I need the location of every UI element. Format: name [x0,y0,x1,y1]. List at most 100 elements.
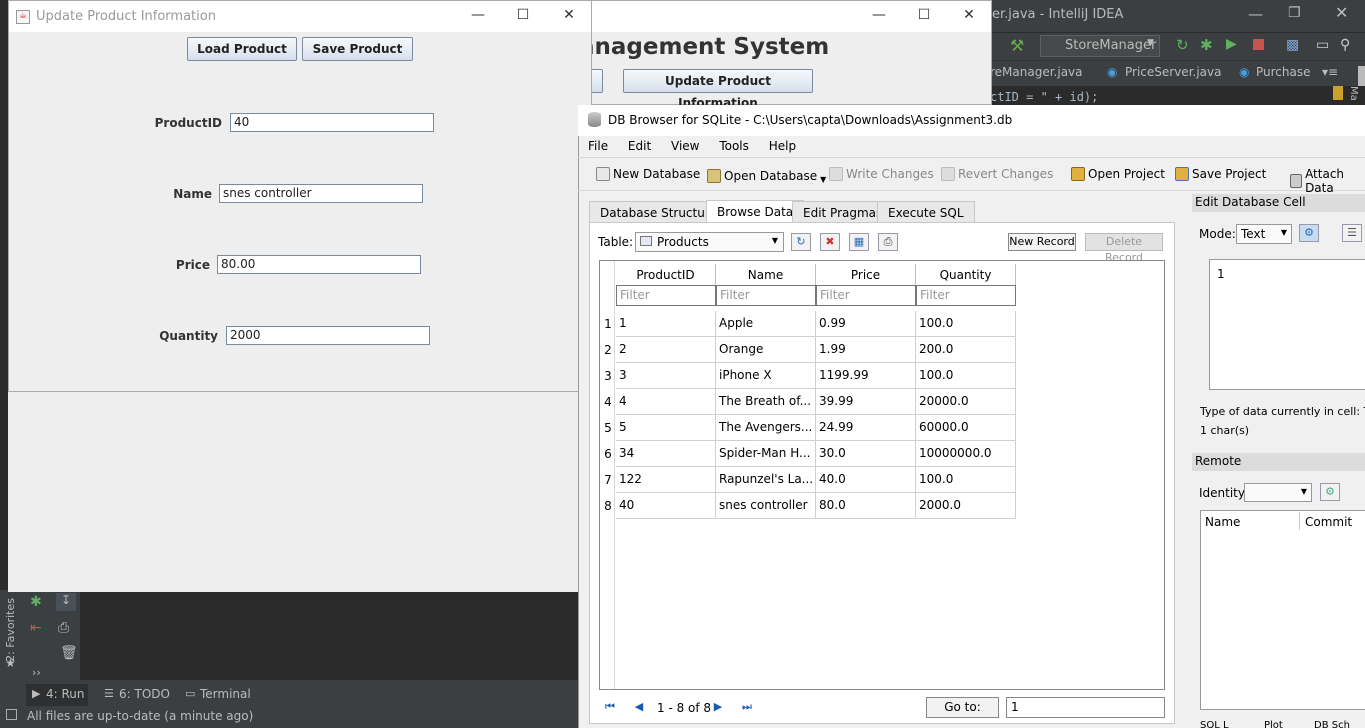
tab-purchase[interactable]: Purchase [1256,65,1311,79]
table-cell[interactable]: 2 [616,337,716,363]
restore-icon[interactable]: ❐ [1288,5,1301,21]
tab-storemanager[interactable]: reManager.java [990,65,1083,79]
table-cell[interactable]: 40.0 [816,467,916,493]
table-cell[interactable]: 60000.0 [916,415,1016,441]
table-cell[interactable]: Apple [716,311,816,337]
table-cell[interactable]: 30.0 [816,441,916,467]
write-changes-button[interactable]: Write Changes [829,167,934,181]
goto-input[interactable]: 1 [1006,697,1165,718]
remote-col-name[interactable]: Name [1205,515,1240,529]
table-cell[interactable]: 80.0 [816,493,916,519]
attach-database-button[interactable]: Attach Data [1290,167,1365,195]
column-header-name[interactable]: Name [716,264,816,286]
debug-icon[interactable]: ✱ [30,594,42,610]
filter-productid[interactable]: Filter [616,285,716,306]
hammer-icon[interactable]: ⚒ [1010,36,1024,55]
cell-editor[interactable]: 1 [1209,259,1365,390]
menu-view[interactable]: View [671,139,699,153]
exit-icon[interactable]: ⇤ [30,620,42,636]
row-number[interactable]: 7 [601,473,615,487]
remote-list[interactable] [1200,510,1365,710]
debug-icon[interactable]: ✱ [1200,36,1213,54]
name-field[interactable]: snes controller [219,184,423,203]
terminal-icon[interactable]: ▭ [1316,37,1329,53]
print-icon[interactable]: ⎙ [878,233,898,251]
maximize-icon[interactable]: ☐ [515,7,531,23]
save-product-button[interactable]: Save Product [302,37,413,61]
row-number[interactable]: 2 [601,343,615,357]
table-cell[interactable]: 24.99 [816,415,916,441]
rerun-icon[interactable]: ↻ [1176,36,1189,54]
table-cell[interactable]: 1199.99 [816,363,916,389]
last-page-icon[interactable]: ⏭ [737,698,757,716]
table-cell[interactable]: 5 [616,415,716,441]
quantity-field[interactable]: 2000 [226,326,430,345]
tab-terminal[interactable]: Terminal [200,687,251,701]
trash-icon[interactable]: 🗑 [60,645,78,661]
table-cell[interactable]: 0.99 [816,311,916,337]
table-cell[interactable]: 40 [616,493,716,519]
row-number[interactable]: 3 [601,369,615,383]
minimize-icon[interactable]: — [871,7,887,23]
refresh-icon[interactable]: ↻ [791,233,811,251]
table-cell[interactable]: snes controller [716,493,816,519]
row-number[interactable]: 8 [601,499,615,513]
new-database-button[interactable]: New Database [596,167,700,181]
tab-todo[interactable]: 6: TODO [119,687,170,701]
more-icon[interactable]: ›› [32,666,41,679]
price-field[interactable]: 80.00 [217,255,421,274]
status-icon[interactable] [6,709,17,720]
search-everywhere-icon[interactable]: ⚲ [1340,37,1350,53]
first-page-icon[interactable]: ⏮ [600,698,620,716]
open-project-button[interactable]: Open Project [1071,167,1165,181]
tab-db-schema[interactable]: DB Sch [1314,720,1350,728]
row-number[interactable]: 6 [601,447,615,461]
tab-priceserver[interactable]: PriceServer.java [1125,65,1221,79]
open-database-button[interactable]: Open Database ▼ [707,167,826,184]
tab-overflow-icon[interactable]: ▾≡ [1322,65,1338,79]
run-config-select[interactable]: StoreManager ▼ [1040,35,1160,57]
project-structure-icon[interactable]: ▩ [1286,37,1299,53]
clear-filters-icon[interactable]: ✖ [820,233,840,251]
table-cell[interactable]: 100.0 [916,363,1016,389]
table-cell[interactable]: 10000000.0 [916,441,1016,467]
tab-sql-log[interactable]: SQL L [1200,720,1229,728]
auto-switch-icon[interactable]: ⚙ [1299,224,1319,242]
column-header-productid[interactable]: ProductID [616,264,716,286]
table-cell[interactable]: 34 [616,441,716,467]
format-icon[interactable]: ☰ [1342,224,1362,242]
coverage-icon[interactable]: ▶ [1226,36,1237,52]
maximize-icon[interactable]: ☐ [916,7,932,23]
table-cell[interactable]: 122 [616,467,716,493]
code-editor[interactable]: ctID = " + id); Ma [990,86,1365,106]
minimize-icon[interactable]: — [1248,5,1263,23]
filter-price[interactable]: Filter [816,285,916,306]
new-record-button[interactable]: New Record [1008,233,1076,251]
column-header-quantity[interactable]: Quantity [916,264,1016,286]
chevron-down-icon[interactable]: ▼ [820,175,826,184]
table-cell[interactable]: 3 [616,363,716,389]
minimize-icon[interactable]: — [470,7,486,23]
settings-icon[interactable]: ⚙ [1320,483,1340,501]
row-number[interactable]: 1 [601,317,615,331]
table-cell[interactable]: The Avengers... [716,415,816,441]
tab-execute-sql[interactable]: Execute SQL [877,201,975,223]
tab-plot[interactable]: Plot [1264,720,1283,728]
menu-edit[interactable]: Edit [628,139,651,153]
next-page-icon[interactable]: ▶ [708,698,728,716]
table-cell[interactable]: The Breath of... [716,389,816,415]
maven-side-tab[interactable]: Ma [1348,86,1359,101]
load-product-button[interactable]: Load Product [187,37,297,61]
tab-run[interactable]: ▶ 4: Run [26,684,88,706]
print-icon[interactable]: ⎙ [58,620,69,636]
table-cell[interactable]: 2000.0 [916,493,1016,519]
row-number[interactable]: 5 [601,421,615,435]
table-cell[interactable]: 1 [616,311,716,337]
table-select[interactable]: Products ▼ [635,232,784,252]
filter-name[interactable]: Filter [716,285,816,306]
close-icon[interactable]: ✕ [1335,3,1348,22]
table-cell[interactable]: iPhone X [716,363,816,389]
close-icon[interactable]: ✕ [561,7,577,23]
table-cell[interactable]: 4 [616,389,716,415]
delete-record-button[interactable]: Delete Record [1085,233,1163,264]
